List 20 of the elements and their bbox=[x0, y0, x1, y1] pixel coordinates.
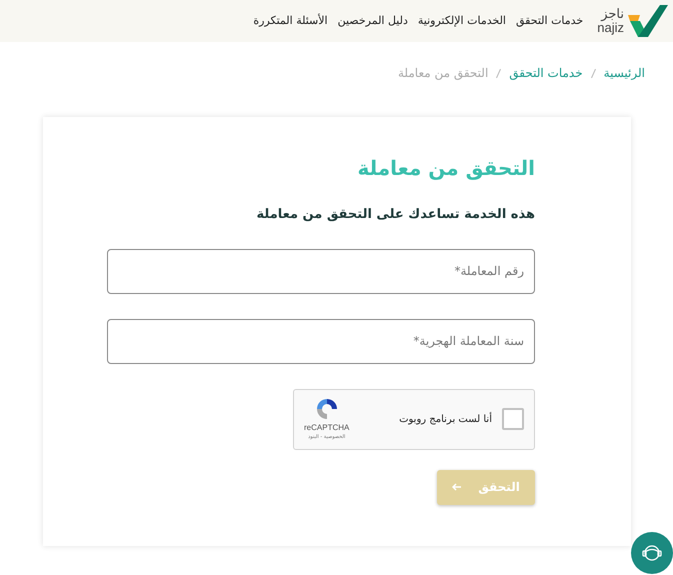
logo-latin-text: najiz bbox=[597, 21, 624, 34]
nav-link[interactable]: الأسئلة المتكررة bbox=[253, 12, 328, 30]
checkmark-logo-icon bbox=[626, 3, 668, 39]
input-field[interactable]: سنة المعاملة الهجرية* bbox=[107, 318, 535, 364]
captcha-checkbox[interactable] bbox=[502, 408, 524, 430]
captcha-label: أنا لست برنامج روبوت bbox=[399, 412, 492, 426]
support-button[interactable] bbox=[631, 532, 673, 574]
arrow-left-icon bbox=[452, 482, 462, 492]
slash-separator-icon bbox=[496, 68, 502, 78]
breadcrumb-current: التحقق من معاملة bbox=[398, 65, 488, 82]
nav-link[interactable]: الخدمات الإلكترونية bbox=[418, 12, 506, 30]
form-title: التحقق من معاملة bbox=[356, 155, 535, 182]
logo-arabic-text: ناجز bbox=[601, 8, 624, 21]
nav-link[interactable]: دليل المرخصين bbox=[338, 12, 408, 30]
form-subtitle: هذه الخدمة تساعدك على التحقق من معاملة bbox=[256, 206, 535, 224]
slash-separator-icon bbox=[590, 68, 596, 78]
nav-link[interactable]: خدمات التحقق bbox=[516, 12, 584, 30]
input-field[interactable]: رقم المعاملة* bbox=[107, 248, 535, 294]
button-label: التحقق bbox=[478, 479, 520, 496]
recaptcha-brand: reCAPTCHA bbox=[304, 422, 350, 434]
